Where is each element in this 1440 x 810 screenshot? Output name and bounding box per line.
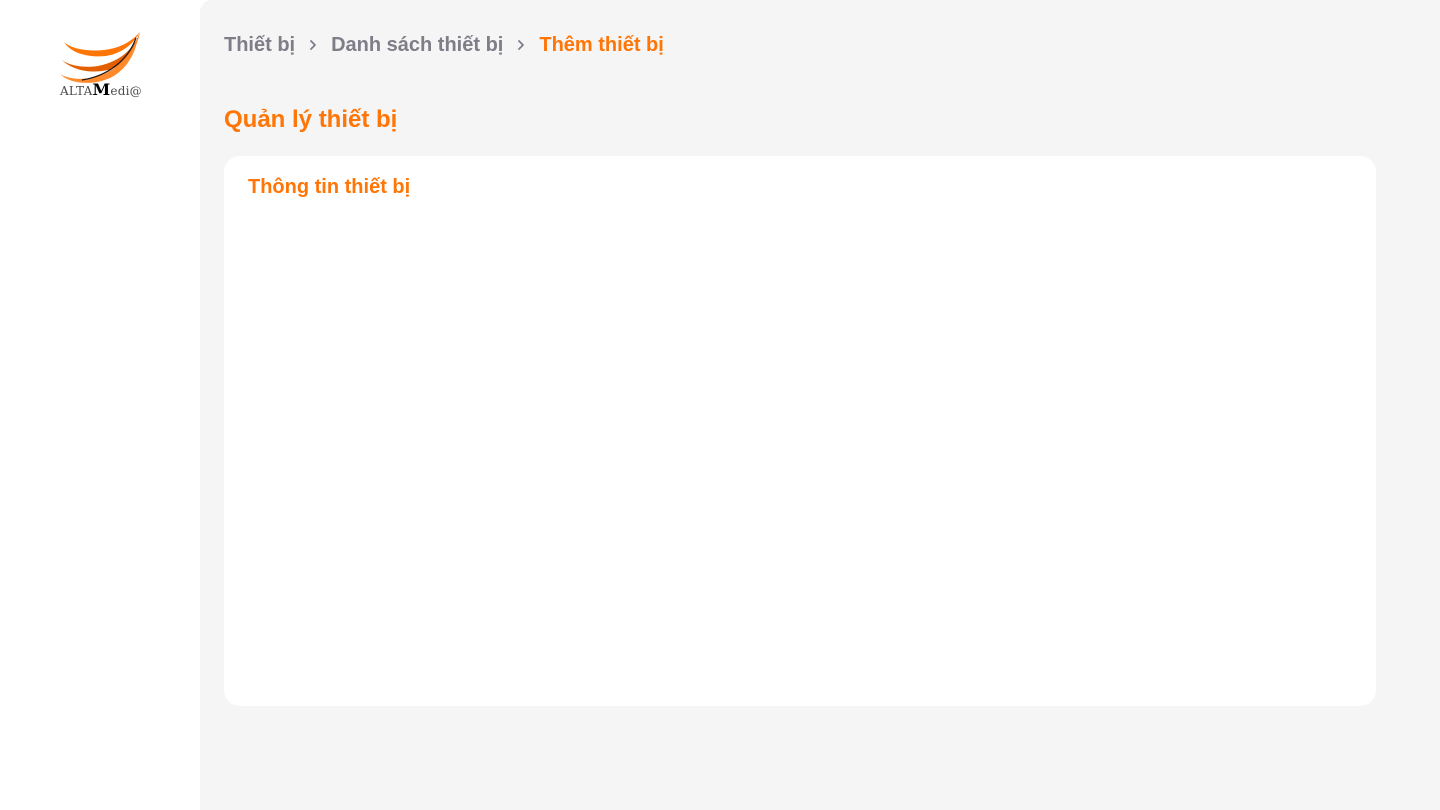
- breadcrumb: Thiết bị Danh sách thiết bị Thêm thiết b…: [224, 32, 664, 58]
- breadcrumb-item-devices[interactable]: Thiết bị: [224, 34, 295, 57]
- card-title: Thông tin thiết bị: [248, 176, 411, 198]
- breadcrumb-item-device-list[interactable]: Danh sách thiết bị: [331, 34, 503, 57]
- main-content: Thiết bị Danh sách thiết bị Thêm thiết b…: [200, 0, 1440, 810]
- breadcrumb-item-add-device: Thêm thiết bị: [539, 33, 664, 56]
- logo-wordmark: ALTAMedi@: [60, 80, 142, 99]
- chevron-right-icon: [503, 35, 539, 55]
- chevron-right-icon: [295, 35, 331, 55]
- sidebar: ALTAMedi@: [0, 0, 200, 810]
- device-info-card: Thông tin thiết bị: [224, 156, 1376, 706]
- alta-media-logo[interactable]: ALTAMedi@: [56, 30, 144, 100]
- page-title: Quản lý thiết bị: [224, 106, 398, 133]
